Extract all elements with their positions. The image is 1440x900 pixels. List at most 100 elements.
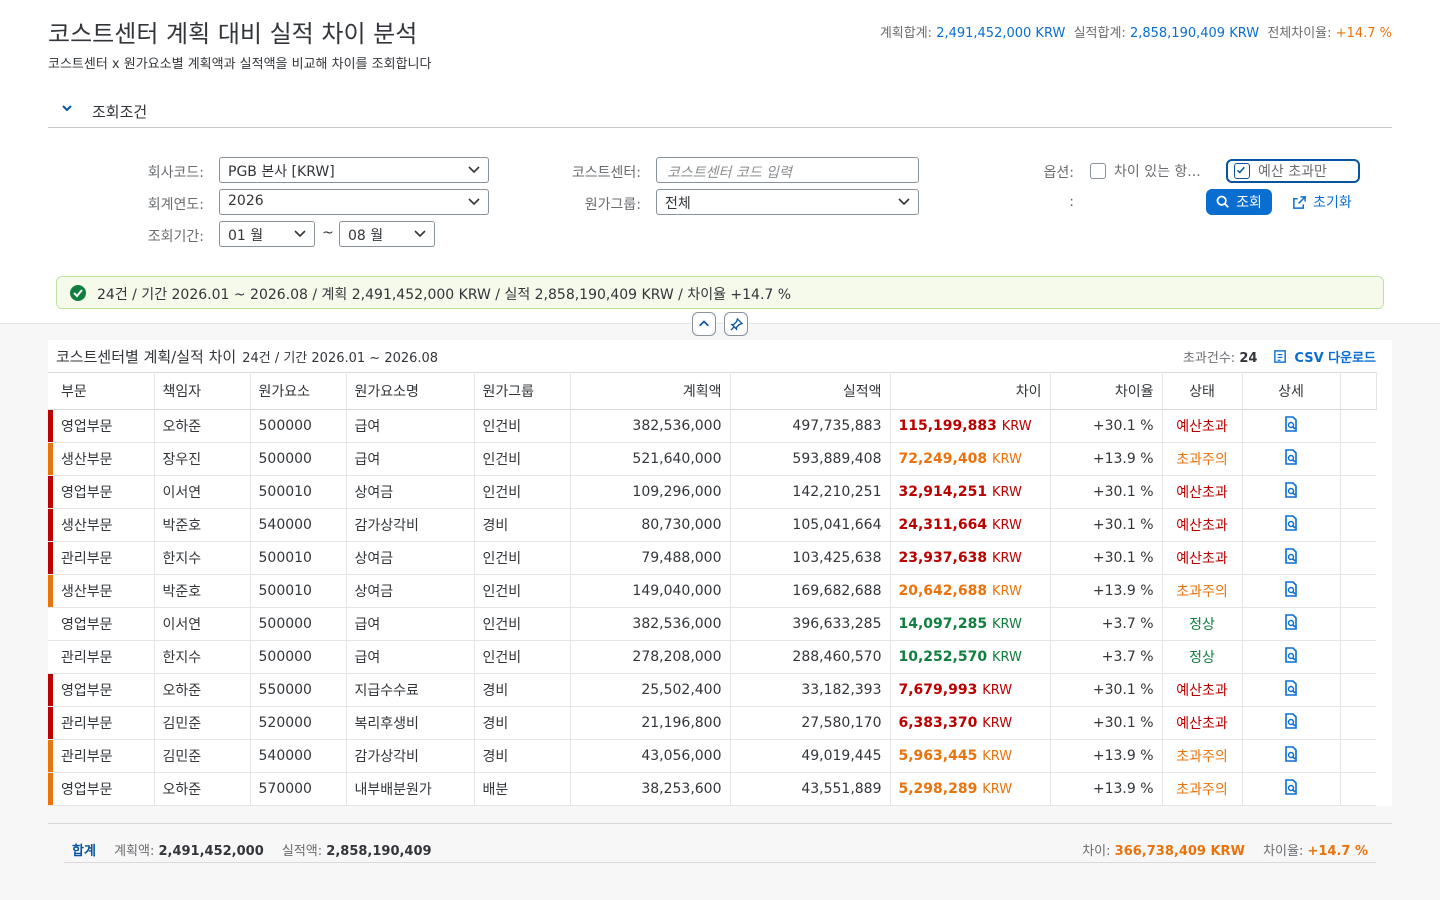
table-row[interactable]: 영업부문 이서연 500010 상여금 인건비 109,296,000 142,210,25… <box>48 475 1376 509</box>
cell-detail[interactable] <box>1242 607 1341 641</box>
cell-element: 500010 <box>250 475 347 509</box>
option-has-diff-checkbox[interactable]: 차이 있는 항... <box>1090 161 1201 181</box>
cell-detail[interactable] <box>1242 409 1341 443</box>
cell-rate: +30.1 % <box>1050 475 1163 509</box>
cell-plan: 149,040,000 <box>570 574 731 608</box>
costcenter-input[interactable]: 코스트센터 코드 입력 <box>656 157 919 183</box>
table-row[interactable]: 관리부문 김민준 520000 복리후생비 경비 21,196,800 27,580,170… <box>48 706 1376 740</box>
search-button-label: 조회 <box>1236 195 1262 211</box>
column-header[interactable]: 실적액 <box>730 372 891 410</box>
footer-plan-value: 2,491,452,000 <box>158 844 264 859</box>
period-from-select[interactable]: 01 월 <box>219 221 315 247</box>
cost-group-label: 원가그룹: <box>584 197 641 213</box>
table-row[interactable]: 영업부문 이서연 500000 급여 인건비 382,536,000 396,633,285… <box>48 607 1376 641</box>
cell-status: 초과주의 <box>1162 772 1243 806</box>
cell-dept: 생산부문 <box>53 574 155 608</box>
scroll-gutter <box>1340 372 1377 410</box>
company-code-select[interactable]: PGB 본사 [KRW] <box>219 157 489 183</box>
table-row[interactable]: 관리부문 한지수 500000 급여 인건비 278,208,000 288,460,570… <box>48 640 1376 674</box>
period-separator: ~ <box>322 225 334 241</box>
detail-icon[interactable] <box>1283 449 1299 465</box>
chevron-down-icon[interactable] <box>60 101 74 115</box>
table-row[interactable]: 생산부문 박준호 500010 상여금 인건비 149,040,000 169,682,68… <box>48 574 1376 608</box>
detail-icon[interactable] <box>1283 713 1299 729</box>
diff-currency: KRW <box>982 716 1013 731</box>
cell-detail[interactable] <box>1242 442 1341 476</box>
cell-status: 예산초과 <box>1162 508 1243 542</box>
cell-detail[interactable] <box>1242 772 1341 806</box>
cell-group: 인건비 <box>474 409 571 443</box>
cell-actual: 43,551,889 <box>730 772 891 806</box>
detail-icon[interactable] <box>1283 548 1299 564</box>
table-row[interactable]: 관리부문 김민준 540000 감가상각비 경비 43,056,000 49,019,445… <box>48 739 1376 773</box>
detail-icon[interactable] <box>1283 779 1299 795</box>
column-header[interactable]: 원가그룹 <box>474 372 571 410</box>
cell-owner: 한지수 <box>154 640 251 674</box>
fiscal-year-select[interactable]: 2026 <box>219 189 489 215</box>
detail-icon[interactable] <box>1283 680 1299 696</box>
column-header[interactable]: 상세 <box>1242 372 1341 410</box>
cell-element: 500000 <box>250 409 347 443</box>
diff-currency: KRW <box>991 551 1022 566</box>
cell-detail[interactable] <box>1242 574 1341 608</box>
detail-icon[interactable] <box>1283 647 1299 663</box>
column-header[interactable]: 계획액 <box>570 372 731 410</box>
detail-icon[interactable] <box>1283 581 1299 597</box>
cell-actual: 105,041,664 <box>730 508 891 542</box>
diff-value: 5,298,289 <box>898 781 978 797</box>
cell-status: 예산초과 <box>1162 541 1243 575</box>
filter-section-header[interactable]: 조회조건 <box>48 96 1392 128</box>
column-header[interactable]: 책임자 <box>154 372 251 410</box>
cell-detail[interactable] <box>1242 508 1341 542</box>
csv-download-button[interactable]: CSV 다운로드 <box>1273 347 1376 366</box>
table-row[interactable]: 생산부문 장우진 500000 급여 인건비 521,640,000 593,889,408… <box>48 442 1376 476</box>
table-row[interactable]: 영업부문 오하준 550000 지급수수료 경비 25,502,400 33,182,393… <box>48 673 1376 707</box>
cell-actual: 396,633,285 <box>730 607 891 641</box>
cell-detail[interactable] <box>1242 673 1341 707</box>
table-toolbar-right: 초과건수: 24 CSV 다운로드 <box>1183 347 1376 366</box>
cell-detail[interactable] <box>1242 739 1341 773</box>
cell-detail[interactable] <box>1242 640 1341 674</box>
chevron-up-icon <box>699 320 709 327</box>
diff-value: 20,642,688 <box>898 583 988 599</box>
over-count-value: 24 <box>1239 351 1258 366</box>
reset-button-label: 초기화 <box>1313 195 1352 211</box>
detail-icon[interactable] <box>1283 614 1299 630</box>
period-to-select[interactable]: 08 월 <box>339 221 435 247</box>
cell-detail[interactable] <box>1242 541 1341 575</box>
checkbox-box[interactable] <box>1234 163 1250 179</box>
detail-icon[interactable] <box>1283 482 1299 498</box>
table-row[interactable]: 영업부문 오하준 500000 급여 인건비 382,536,000 497,735,883… <box>48 409 1376 443</box>
pin-header-button[interactable] <box>724 312 748 336</box>
cell-owner: 김민준 <box>154 739 251 773</box>
collapse-header-button[interactable] <box>692 312 716 336</box>
detail-icon[interactable] <box>1283 416 1299 432</box>
cell-element-name: 급여 <box>346 442 475 476</box>
detail-icon[interactable] <box>1283 746 1299 762</box>
column-header[interactable]: 부문 <box>53 372 155 410</box>
reset-button[interactable]: 초기화 <box>1286 189 1358 215</box>
column-header[interactable]: 원가요소 <box>250 372 347 410</box>
column-header[interactable]: 차이율 <box>1050 372 1163 410</box>
table-row[interactable]: 생산부문 박준호 540000 감가상각비 경비 80,730,000 105,041,66… <box>48 508 1376 542</box>
cell-rate: +30.1 % <box>1050 508 1163 542</box>
cell-actual: 288,460,570 <box>730 640 891 674</box>
cell-detail[interactable] <box>1242 706 1341 740</box>
column-header[interactable]: 원가요소명 <box>346 372 475 410</box>
detail-icon[interactable] <box>1283 515 1299 531</box>
table-row[interactable]: 관리부문 한지수 500010 상여금 인건비 79,488,000 103,425,638… <box>48 541 1376 575</box>
scroll-gutter <box>1340 475 1376 509</box>
table-row[interactable]: 영업부문 오하준 570000 내부배분원가 배분 38,253,600 43,551,88… <box>48 772 1376 806</box>
column-header[interactable]: 상태 <box>1162 372 1243 410</box>
cell-detail[interactable] <box>1242 475 1341 509</box>
column-header[interactable]: 차이 <box>890 372 1051 410</box>
search-button[interactable]: 조회 <box>1206 189 1272 215</box>
fiscal-year-value: 2026 <box>228 193 264 209</box>
costcenter-label: 코스트센터: <box>571 165 641 181</box>
option-over-budget-label: 예산 초과만 <box>1258 164 1327 180</box>
cost-group-select[interactable]: 전체 <box>656 189 919 215</box>
diff-value: 72,249,408 <box>898 451 988 467</box>
cell-diff: 10,252,570 KRW <box>890 640 1051 674</box>
checkbox-box[interactable] <box>1090 163 1106 179</box>
option-over-budget-checkbox[interactable]: 예산 초과만 <box>1226 159 1360 183</box>
